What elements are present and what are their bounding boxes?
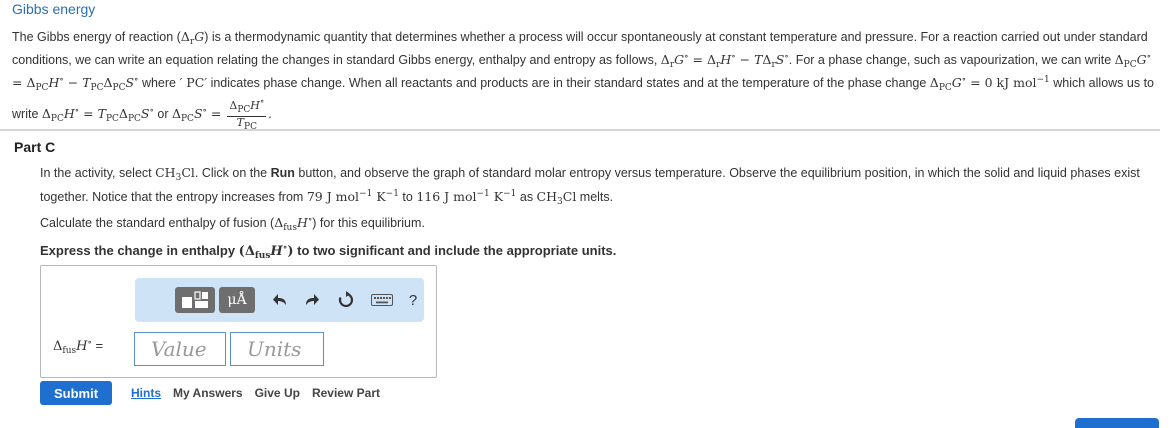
math-entropy-fraction: ΔPCS∘ = ΔPCH∘ TPC xyxy=(171,97,267,132)
hints-link[interactable]: Hints xyxy=(131,386,161,400)
help-button[interactable]: ? xyxy=(405,287,421,313)
activity-text: melts. xyxy=(576,190,614,204)
undo-icon xyxy=(273,294,286,305)
question-part: ) for this equilibrium. xyxy=(312,216,425,230)
intro-text: or xyxy=(153,107,172,121)
redo-button[interactable] xyxy=(301,287,323,313)
keyboard-icon xyxy=(371,294,393,306)
question-text: Calculate the standard enthalpy of fusio… xyxy=(40,212,1162,236)
action-links: Hints My Answers Give Up Review Part xyxy=(131,386,380,400)
intro-text: The Gibbs energy of reaction ( xyxy=(12,30,181,44)
equals-sign: = xyxy=(95,338,104,353)
intro-text: . For a phase change, such as vapourizat… xyxy=(788,53,1115,67)
math-delta-fus-h: (ΔfusH∘) xyxy=(238,243,294,261)
reset-icon xyxy=(338,291,354,308)
page-title: Gibbs energy xyxy=(12,1,96,17)
keyboard-button[interactable] xyxy=(369,287,395,313)
activity-text: as xyxy=(516,190,537,204)
instruction-part: to two significant and include the appro… xyxy=(293,243,617,258)
intro-text: indicates phase change. When all reactan… xyxy=(207,76,930,90)
math-toolbar: μÅ ? xyxy=(135,278,424,322)
activity-text: to xyxy=(398,190,417,204)
instruction-part: Express the change in enthalpy xyxy=(40,243,239,258)
answer-box: μÅ ? ΔfusH∘ = Value Units xyxy=(40,265,437,378)
intro-text: where xyxy=(138,76,180,90)
my-answers-link[interactable]: My Answers xyxy=(173,386,243,400)
next-button[interactable] xyxy=(1075,418,1159,428)
math-delta-r-g: ΔrG xyxy=(180,29,205,47)
value-input[interactable]: Value xyxy=(134,332,226,366)
instruction-text: Express the change in enthalpy (ΔfusH∘) … xyxy=(40,240,1162,264)
math-entropy-79: 79 J mol−1 K−1 xyxy=(306,189,399,204)
units-button[interactable]: μÅ xyxy=(219,287,255,313)
activity-paragraph: In the activity, select CH3Cl. Click on … xyxy=(40,165,1162,210)
math-gibbs-equation: ΔrG∘ = ΔrH∘ − TΔrS∘ xyxy=(660,52,789,70)
part-title: Part C xyxy=(14,139,56,155)
math-delta-fus-h: ΔfusH∘ xyxy=(274,215,313,233)
templates-icon xyxy=(182,291,208,308)
intro-paragraph: The Gibbs energy of reaction (ΔrG) is a … xyxy=(12,29,1162,133)
math-ch3cl: CH3Cl xyxy=(536,189,577,207)
activity-text: In the activity, select xyxy=(40,166,156,180)
run-label: Run xyxy=(270,166,295,180)
answer-label: ΔfusH∘ = xyxy=(53,338,103,356)
undo-button[interactable] xyxy=(269,287,291,313)
reset-button[interactable] xyxy=(333,287,359,313)
units-input[interactable]: Units xyxy=(230,332,324,366)
give-up-link[interactable]: Give Up xyxy=(255,386,300,400)
math-enthalpy-relation: ΔPCH∘ = TPCΔPCS∘ xyxy=(41,106,154,124)
review-part-link[interactable]: Review Part xyxy=(312,386,380,400)
redo-icon xyxy=(306,294,319,305)
templates-button[interactable] xyxy=(175,287,215,313)
math-delta-fus-h: ΔfusH∘ xyxy=(53,338,92,356)
submit-button[interactable]: Submit xyxy=(40,381,112,405)
math-entropy-116: 116 J mol−1 K−1 xyxy=(416,189,517,204)
math-pc-symbol: ′ PC′ xyxy=(179,75,208,90)
intro-text: . xyxy=(268,107,272,121)
activity-text: . Click on the xyxy=(194,166,271,180)
math-ch3cl: CH3Cl xyxy=(155,165,195,183)
question-part: Calculate the standard enthalpy of fusio… xyxy=(40,216,275,230)
math-delta-g-zero: ΔPCG∘ = 0 kJ mol−1 xyxy=(929,75,1050,93)
section-divider xyxy=(0,129,1160,131)
